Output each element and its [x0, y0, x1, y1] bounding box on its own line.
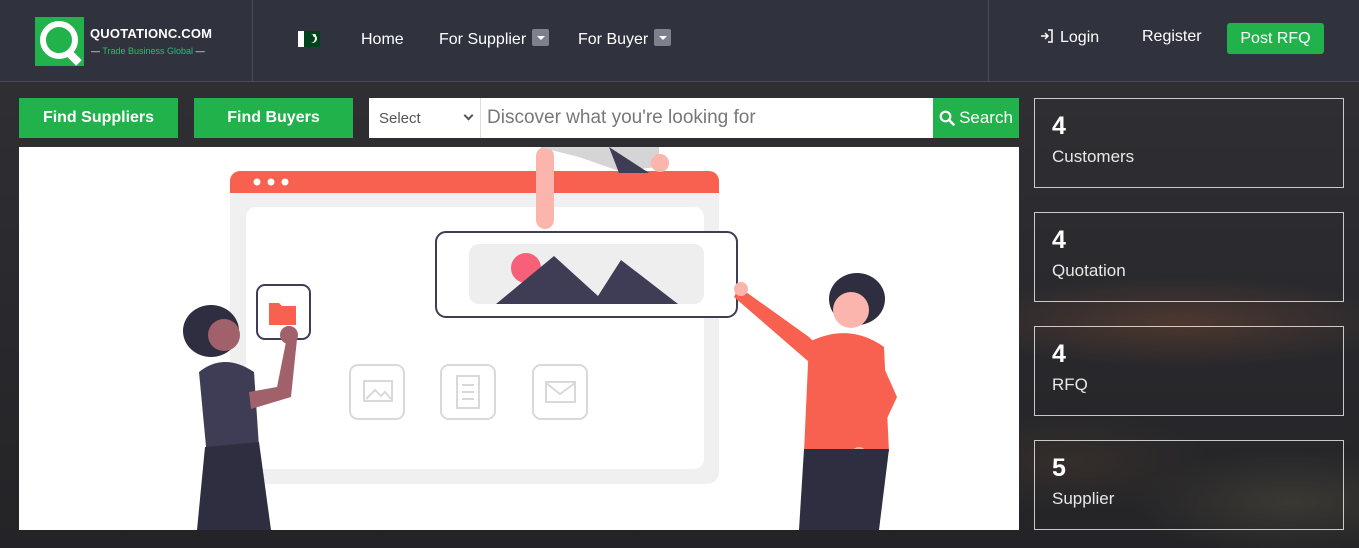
stat-card-supplier[interactable]: 5 Supplier — [1034, 440, 1344, 530]
nav-for-supplier-label: For Supplier — [439, 31, 527, 48]
site-header: QUOTATIONC.COM — Trade Business Global —… — [0, 0, 1359, 82]
find-buyers-button[interactable]: Find Buyers — [194, 98, 353, 138]
stat-label: Supplier — [1052, 489, 1115, 508]
hero-illustration — [19, 147, 1019, 530]
logo[interactable]: QUOTATIONC.COM — Trade Business Global — — [0, 0, 253, 82]
chevron-down-icon — [463, 110, 474, 121]
nav-home[interactable]: Home — [361, 31, 404, 49]
search-button[interactable]: Search — [933, 98, 1019, 138]
nav-for-supplier[interactable]: For Supplier — [439, 29, 550, 49]
search-input[interactable] — [481, 98, 933, 138]
stat-label: RFQ — [1052, 375, 1088, 394]
stat-value: 4 — [1052, 112, 1066, 140]
login-label: Login — [1060, 29, 1100, 46]
hero-illustration-graphic — [183, 147, 897, 530]
chevron-down-icon — [532, 29, 550, 47]
stat-card-quotation[interactable]: 4 Quotation — [1034, 212, 1344, 302]
chevron-down-icon — [654, 29, 672, 47]
stat-label: Customers — [1052, 147, 1135, 166]
nav-for-buyer-label: For Buyer — [578, 31, 649, 48]
login-icon — [1041, 29, 1053, 43]
post-rfq-button[interactable]: Post RFQ — [1227, 23, 1324, 54]
search-icon — [939, 110, 955, 126]
stat-card-rfq[interactable]: 4 RFQ — [1034, 326, 1344, 416]
stat-card-customers[interactable]: 4 Customers — [1034, 98, 1344, 188]
category-select[interactable]: Select — [369, 98, 481, 138]
logo-tagline: — Trade Business Global — — [91, 46, 205, 56]
category-select-value: Select — [379, 109, 421, 127]
header-divider — [988, 0, 989, 82]
stat-value: 5 — [1052, 454, 1066, 482]
pakistan-flag-icon[interactable] — [298, 31, 320, 47]
stat-value: 4 — [1052, 340, 1066, 368]
search-button-label: Search — [959, 108, 1013, 127]
stat-label: Quotation — [1052, 261, 1126, 280]
logo-title: QUOTATIONC.COM — [90, 26, 213, 41]
nav-for-buyer[interactable]: For Buyer — [578, 29, 672, 49]
logo-icon — [35, 17, 84, 66]
find-suppliers-button[interactable]: Find Suppliers — [19, 98, 178, 138]
register-link[interactable]: Register — [1142, 28, 1202, 46]
stat-value: 4 — [1052, 226, 1066, 254]
login-link[interactable]: Login — [1040, 28, 1099, 47]
